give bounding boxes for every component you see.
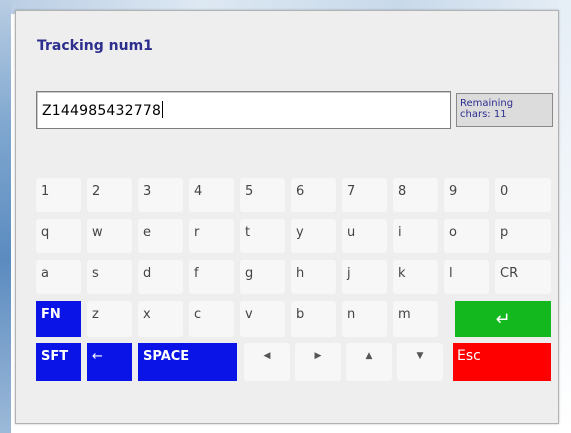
key-c[interactable]: c bbox=[189, 301, 234, 337]
key-l[interactable]: l bbox=[444, 260, 489, 294]
key-n[interactable]: n bbox=[342, 301, 387, 337]
key-left[interactable]: ◀ bbox=[244, 343, 290, 381]
key-z[interactable]: z bbox=[87, 301, 132, 337]
key-space[interactable]: SPACE bbox=[138, 343, 237, 381]
key-t[interactable]: t bbox=[240, 219, 285, 253]
up-arrow-icon: ▲ bbox=[365, 351, 373, 361]
key-h[interactable]: h bbox=[291, 260, 336, 294]
key-o[interactable]: o bbox=[444, 219, 489, 253]
key-1[interactable]: 1 bbox=[36, 178, 81, 212]
key-m[interactable]: m bbox=[393, 301, 438, 337]
key-enter[interactable]: ↵ bbox=[455, 301, 551, 337]
key-x[interactable]: x bbox=[138, 301, 183, 337]
key-p[interactable]: p bbox=[495, 219, 551, 253]
keyboard-dialog: Tracking num1 Z144985432778 Remaining ch… bbox=[15, 10, 559, 424]
key-down[interactable]: ▼ bbox=[397, 343, 443, 381]
key-esc[interactable]: Esc bbox=[453, 343, 551, 381]
backspace-arrow-icon: ← bbox=[92, 349, 103, 364]
on-screen-keyboard: 1 2 3 4 5 6 7 8 9 0 q w e r t y u i o p … bbox=[16, 11, 558, 423]
key-e[interactable]: e bbox=[138, 219, 183, 253]
key-6[interactable]: 6 bbox=[291, 178, 336, 212]
key-cr[interactable]: CR bbox=[495, 260, 551, 294]
key-r[interactable]: r bbox=[189, 219, 234, 253]
key-u[interactable]: u bbox=[342, 219, 387, 253]
key-a[interactable]: a bbox=[36, 260, 81, 294]
key-b[interactable]: b bbox=[291, 301, 336, 337]
key-q[interactable]: q bbox=[36, 219, 81, 253]
key-i[interactable]: i bbox=[393, 219, 438, 253]
down-arrow-icon: ▼ bbox=[416, 351, 424, 361]
key-d[interactable]: d bbox=[138, 260, 183, 294]
key-s[interactable]: s bbox=[87, 260, 132, 294]
desktop-background-right bbox=[559, 0, 571, 433]
key-v[interactable]: v bbox=[240, 301, 285, 337]
enter-icon: ↵ bbox=[495, 309, 511, 330]
key-y[interactable]: y bbox=[291, 219, 336, 253]
key-2[interactable]: 2 bbox=[87, 178, 132, 212]
key-5[interactable]: 5 bbox=[240, 178, 285, 212]
key-3[interactable]: 3 bbox=[138, 178, 183, 212]
key-w[interactable]: w bbox=[87, 219, 132, 253]
key-right[interactable]: ▶ bbox=[295, 343, 341, 381]
key-7[interactable]: 7 bbox=[342, 178, 387, 212]
desktop-background-left bbox=[0, 0, 11, 433]
key-g[interactable]: g bbox=[240, 260, 285, 294]
key-9[interactable]: 9 bbox=[444, 178, 489, 212]
key-k[interactable]: k bbox=[393, 260, 438, 294]
key-shift[interactable]: SFT bbox=[36, 343, 81, 381]
right-arrow-icon: ▶ bbox=[314, 351, 322, 361]
key-4[interactable]: 4 bbox=[189, 178, 234, 212]
left-arrow-icon: ◀ bbox=[263, 351, 271, 361]
key-j[interactable]: j bbox=[342, 260, 387, 294]
key-0[interactable]: 0 bbox=[495, 178, 551, 212]
key-8[interactable]: 8 bbox=[393, 178, 438, 212]
key-up[interactable]: ▲ bbox=[346, 343, 392, 381]
key-f[interactable]: f bbox=[189, 260, 234, 294]
key-backspace[interactable]: ← bbox=[87, 343, 132, 381]
key-fn[interactable]: FN bbox=[36, 301, 81, 337]
